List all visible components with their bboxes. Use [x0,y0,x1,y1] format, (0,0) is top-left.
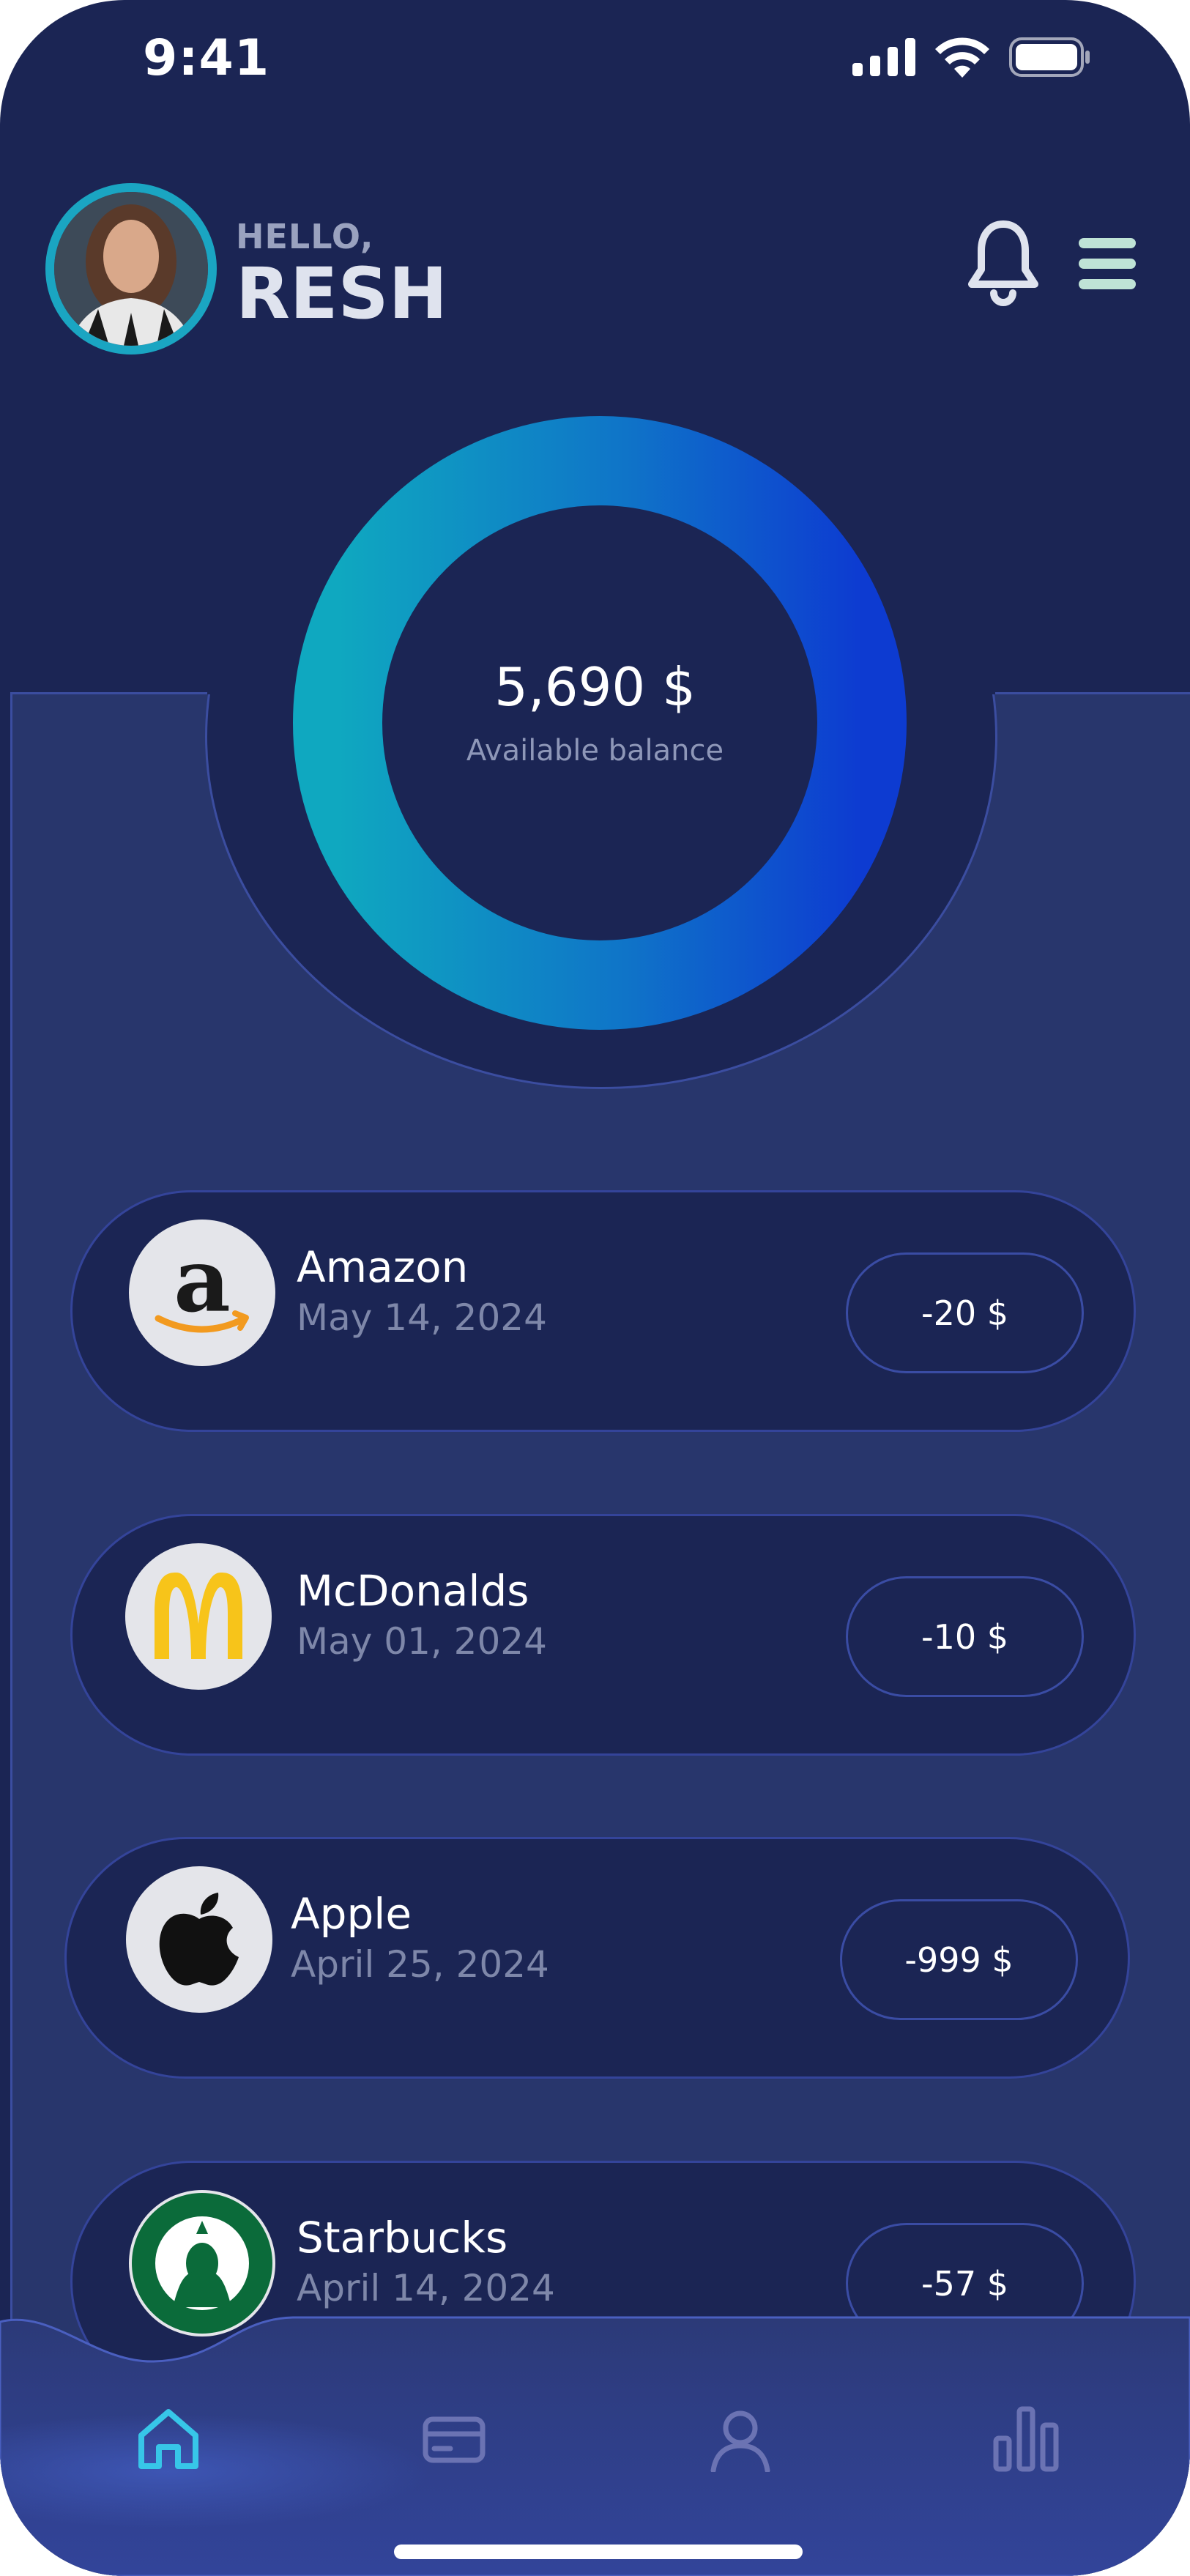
transaction-merchant: Amazon [297,1242,469,1292]
signal-icon [852,38,915,76]
transaction-amount: -20 $ [846,1252,1084,1373]
avatar-photo [54,192,208,346]
svg-text:a: a [174,1229,231,1332]
balance-ring-chart [293,416,907,1030]
menu-icon[interactable] [1079,238,1136,289]
transaction-amount: -999 $ [840,1899,1078,2020]
amazon-logo: a [129,1220,275,1366]
transaction-amazon[interactable]: a Amazon May 14, 2024 -20 $ [70,1190,1136,1432]
transaction-merchant: Starbucks [297,2213,508,2263]
transaction-apple[interactable]: Apple April 25, 2024 -999 $ [64,1837,1130,2079]
home-icon[interactable] [135,2406,201,2472]
balance-amount: 5,690 $ [494,656,696,718]
transaction-merchant: Apple [291,1889,412,1939]
balance-label: Available balance [466,734,724,768]
user-name: RESH [236,253,447,335]
bell-icon[interactable] [963,220,1044,309]
transaction-date: May 14, 2024 [297,1296,547,1339]
transaction-merchant: McDonalds [297,1566,529,1616]
profile-icon[interactable] [707,2406,773,2472]
battery-icon [1009,37,1090,77]
transaction-date: May 01, 2024 [297,1620,547,1663]
wifi-icon [935,37,989,78]
mcdonalds-logo [125,1543,272,1690]
card-icon[interactable] [421,2406,487,2472]
avatar[interactable] [45,183,217,355]
transaction-date: April 14, 2024 [297,2267,555,2309]
stats-icon[interactable] [993,2406,1059,2472]
transaction-date: April 25, 2024 [291,1943,549,1986]
apple-logo [126,1866,272,2013]
transaction-mcdonalds[interactable]: McDonalds May 01, 2024 -10 $ [70,1514,1136,1756]
greeting-label: HELLO, [236,217,374,256]
transaction-amount: -10 $ [846,1576,1084,1697]
home-indicator[interactable] [394,2545,803,2559]
status-icons [852,37,1091,78]
phone-screen: 9:41 HELLO, RESH 5,690 $ Available balan… [0,0,1190,2576]
status-time: 9:41 [143,29,270,87]
